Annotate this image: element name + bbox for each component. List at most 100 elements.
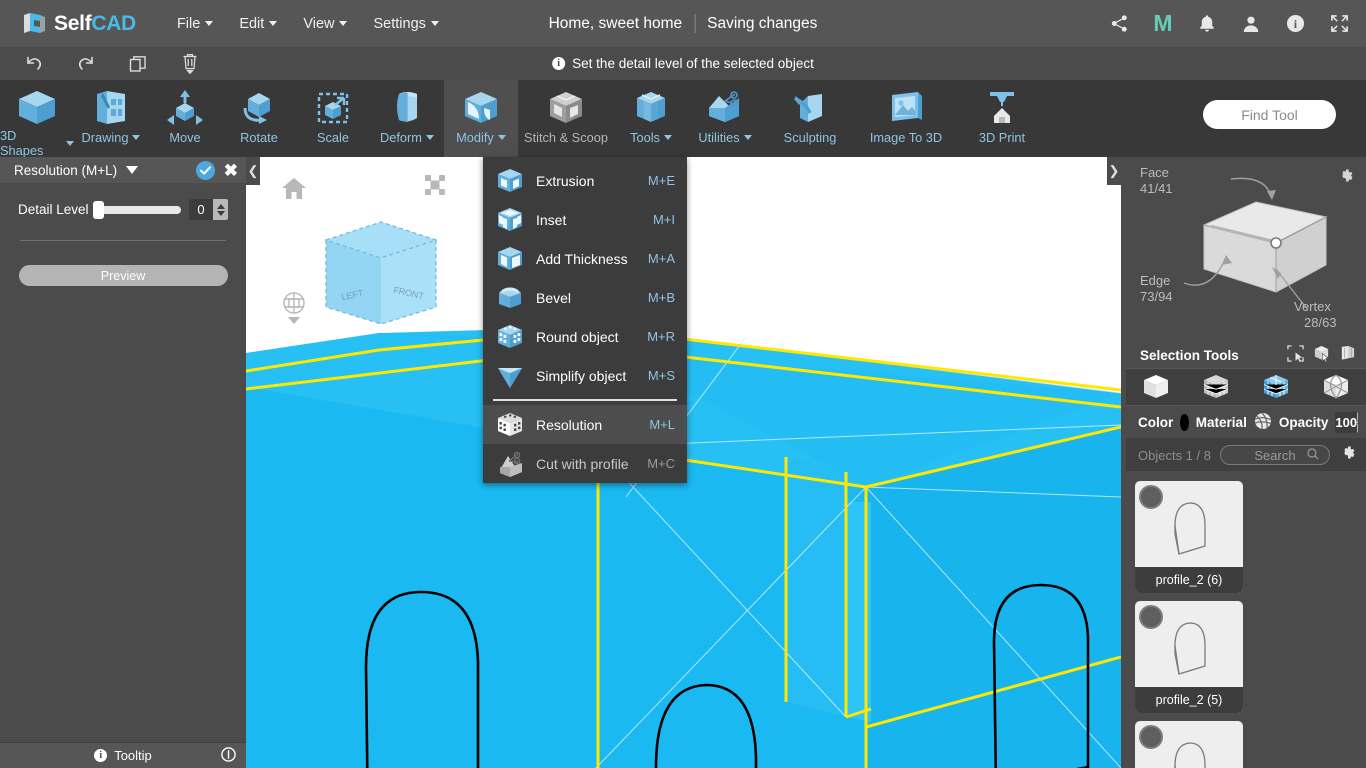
ribbon-item-modify[interactable]: Modify (444, 80, 518, 157)
detail-level-slider[interactable] (92, 200, 181, 219)
ribbon-item-utilities[interactable]: Utilities (688, 80, 762, 157)
chevron-down-icon (269, 21, 278, 26)
ribbon-item-move[interactable]: Move (148, 80, 222, 157)
chevron-down-icon[interactable] (1357, 423, 1358, 428)
ribbon-item-3d-print[interactable]: 3D Print (954, 80, 1050, 157)
edge-mode-icon[interactable] (1313, 371, 1359, 403)
ribbon-label: Modify (456, 130, 506, 145)
apply-button[interactable] (195, 160, 215, 180)
ribbon-item-drawing[interactable]: Drawing (74, 80, 148, 157)
chevron-down-icon (132, 135, 141, 140)
brand-text: SelfCAD (54, 11, 136, 35)
preview-button[interactable]: Preview (18, 265, 228, 286)
menu-item-bevel[interactable]: Bevel M+B (483, 278, 687, 317)
menu-item-label: Resolution (536, 416, 603, 433)
copy-button[interactable] (112, 47, 164, 80)
status-hint-text: Set the detail level of the selected obj… (572, 56, 814, 71)
notifications-bell-icon[interactable] (1196, 13, 1218, 35)
selfcad-logo[interactable]: SelfCAD (22, 11, 136, 36)
menu-item-shortcut: M+L (649, 417, 675, 432)
ribbon-item-deform[interactable]: Deform (370, 80, 444, 157)
collapse-triangle-icon[interactable] (126, 166, 139, 174)
chevron-up-icon[interactable] (1357, 416, 1358, 421)
material-icon[interactable] (1254, 412, 1272, 433)
share-icon[interactable] (1108, 13, 1130, 35)
menu-item-shortcut: M+I (652, 212, 675, 227)
undo-button[interactable] (8, 47, 60, 80)
vertex-mode-icon[interactable] (1193, 371, 1239, 403)
save-status: Saving changes (707, 14, 818, 32)
ribbon-item-rotate[interactable]: Rotate (222, 80, 296, 157)
ribbon-label: Drawing (82, 130, 141, 145)
ribbon-label: Move (169, 130, 201, 145)
m-logo-icon[interactable]: M (1152, 12, 1174, 35)
menu-item-resolution[interactable]: Resolution M+L (483, 405, 687, 444)
object-mode-icon[interactable] (1133, 371, 1179, 403)
chevron-down-icon (205, 21, 214, 26)
selection-summary: Face 41/41 Edge 73/94 Vertex 28/63 (1126, 157, 1366, 342)
chevron-up-icon[interactable] (216, 203, 225, 209)
selection-mode-row (1126, 368, 1366, 406)
ribbon-item-image-to-3d[interactable]: Image To 3D (858, 80, 954, 157)
ribbon-item-sculpting[interactable]: Sculpting (762, 80, 858, 157)
find-tool-input[interactable]: Find Tool (1203, 100, 1336, 129)
ribbon-item-3d-shapes[interactable]: 3D Shapes (0, 80, 74, 158)
ribbon-item-tools[interactable]: Tools (614, 80, 688, 157)
color-swatch[interactable] (1180, 413, 1189, 431)
menu-item-round-object[interactable]: Round object M+R (483, 317, 687, 356)
chevron-down-icon (663, 135, 672, 140)
menu-item-extrusion[interactable]: Extrusion M+E (483, 161, 687, 200)
fullscreen-icon[interactable] (1328, 13, 1350, 35)
opacity-value: 100 (1335, 414, 1358, 430)
header-icon-group: M i (1108, 12, 1350, 35)
ribbon-item-stitch-scoop[interactable]: Stitch & Scoop (518, 80, 614, 157)
objects-search-input[interactable]: Search (1219, 445, 1330, 465)
menu-file[interactable]: File (164, 10, 226, 38)
face-mode-icon[interactable] (1253, 371, 1299, 403)
left-panel-title: Resolution (M+L) (14, 162, 118, 178)
ribbon-item-scale[interactable]: Scale (296, 80, 370, 157)
opacity-stepper[interactable]: 100 (1335, 411, 1358, 433)
user-account-icon[interactable] (1240, 13, 1262, 35)
menu-settings[interactable]: Settings (360, 10, 451, 38)
menu-item-shortcut: M+A (647, 251, 675, 266)
snap-settings-icon[interactable] (281, 291, 307, 330)
object-card[interactable]: profile_2 (6) (1135, 481, 1243, 593)
home-view-icon[interactable] (281, 177, 307, 205)
help-icon[interactable] (221, 746, 236, 765)
stepper-arrows[interactable] (1357, 411, 1358, 433)
menu-item-cut-with-profile[interactable]: Cut with profile M+C (483, 444, 687, 483)
slider-knob[interactable] (92, 200, 104, 219)
collapse-left-panel-button[interactable]: ❮ (246, 157, 260, 185)
chevron-down-icon[interactable] (216, 210, 225, 216)
menu-item-add-thickness[interactable]: Add Thickness M+A (483, 239, 687, 278)
status-hint: i Set the detail level of the selected o… (552, 56, 814, 71)
grid-snap-icon[interactable] (424, 174, 446, 201)
drawing-icon (89, 87, 133, 129)
object-select-icon[interactable] (1313, 345, 1330, 365)
menu-view[interactable]: View (290, 10, 360, 38)
menu-item-shortcut: M+R (647, 329, 675, 344)
info-icon[interactable]: i (1284, 13, 1306, 35)
close-button[interactable]: ✖ (224, 162, 238, 179)
box-select-icon[interactable] (1339, 345, 1356, 365)
objects-settings-gear-icon[interactable] (1339, 444, 1356, 466)
document-name[interactable]: Home, sweet home (549, 15, 683, 33)
stepper-arrows[interactable] (213, 199, 228, 220)
material-label: Material (1195, 414, 1247, 430)
menu-item-simplify-object[interactable]: Simplify object M+S (483, 356, 687, 395)
detail-level-stepper[interactable]: 0 (189, 199, 228, 220)
menu-edit[interactable]: Edit (226, 10, 290, 38)
menu-item-inset[interactable]: Inset M+I (483, 200, 687, 239)
rectangle-select-icon[interactable] (1287, 345, 1304, 365)
redo-button[interactable] (60, 47, 112, 80)
object-card[interactable]: profile_2 (4) (1135, 721, 1243, 768)
round-object-icon (495, 322, 525, 352)
left-tool-panel: Resolution (M+L) ✖ Detail Level 0 Previe… (0, 157, 246, 768)
object-card[interactable]: profile_2 (5) (1135, 601, 1243, 713)
collapse-right-panel-button[interactable]: ❯ (1107, 157, 1121, 185)
detail-level-value: 0 (197, 202, 205, 217)
menu-item-label: Cut with profile (536, 455, 629, 472)
cube-icon (15, 87, 59, 127)
delete-button[interactable] (164, 47, 216, 80)
